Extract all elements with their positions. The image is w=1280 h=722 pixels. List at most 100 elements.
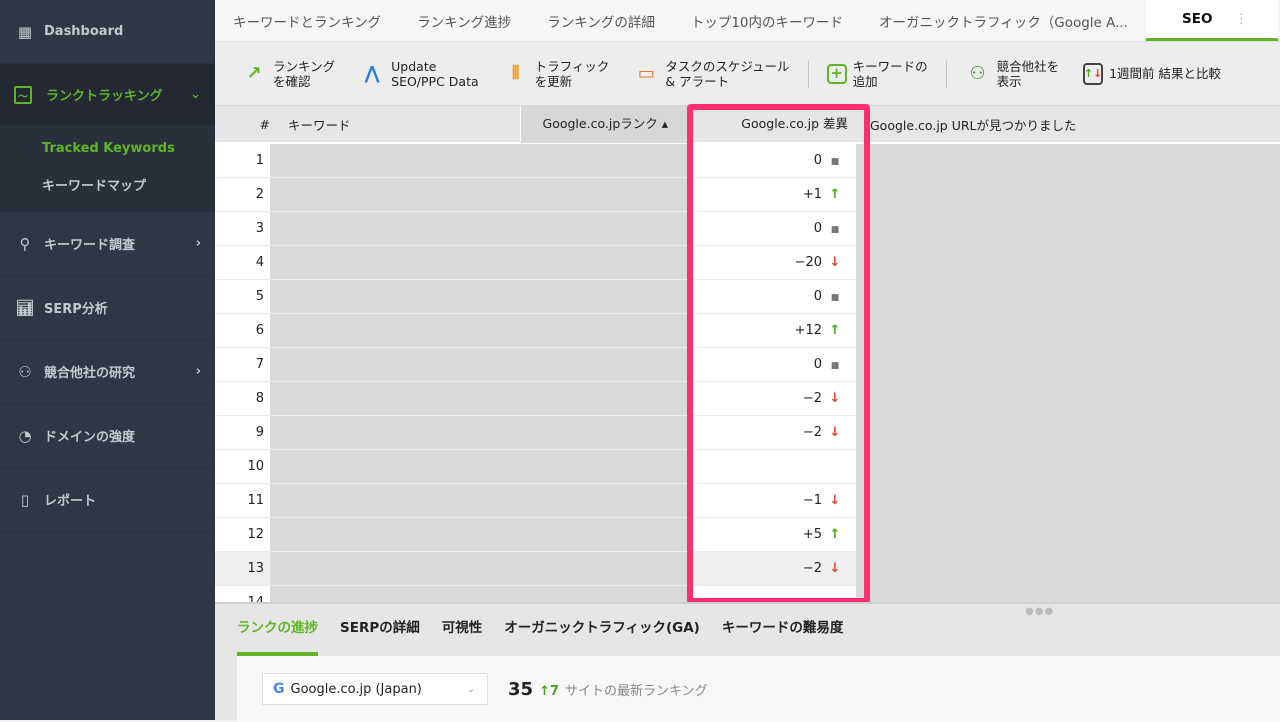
row-number: 8 xyxy=(215,382,270,415)
tab-seo[interactable]: SEO ⋮ xyxy=(1146,0,1278,41)
row-number: 9 xyxy=(215,416,270,449)
sidebar-item-keyword-research[interactable]: ⚲ キーワード調査 › xyxy=(0,212,215,276)
search-engine-select[interactable]: G Google.co.jp (Japan) ⌄ xyxy=(262,673,488,705)
difference-cell: 0 ■ xyxy=(688,280,856,313)
sidebar-submenu: Tracked Keywords キーワードマップ xyxy=(0,126,215,212)
difference-value: 0 xyxy=(813,289,822,304)
difference-value: +5 xyxy=(802,527,822,542)
workspace-tabs: キーワードとランキング ランキング進捗 ランキングの詳細 トップ10内のキーワー… xyxy=(215,0,1280,42)
table-row[interactable]: 13 −2 ↓ xyxy=(215,552,856,586)
table-row[interactable]: 3 0 ■ xyxy=(215,212,856,246)
tab-menu-icon[interactable]: ⋮ xyxy=(1234,11,1248,27)
check-rankings-button[interactable]: ↗ ランキング を確認 xyxy=(241,59,335,89)
ranking-label: サイトの最新ランキング xyxy=(565,683,708,699)
arrow-down-icon: ↓ xyxy=(829,561,841,576)
keywords-grid: # キーワード Google.co.jpランク ▴ Google.co.jp 差… xyxy=(215,106,1280,602)
tab-top10-keywords[interactable]: トップ10内のキーワード xyxy=(673,0,861,41)
toolbar-divider xyxy=(807,59,809,88)
update-traffic-button[interactable]: ⫴ トラフィック を更新 xyxy=(503,59,610,89)
sidebar-item-label: 競合他社の研究 xyxy=(44,366,136,381)
compare-arrows-icon: ↑ ↓ xyxy=(1083,62,1104,85)
row-number: 13 xyxy=(215,552,270,585)
table-row[interactable]: 6 +12 ↑ xyxy=(215,314,856,348)
difference-cell: +12 ↑ xyxy=(688,314,856,347)
plus-icon: + xyxy=(826,63,847,84)
col-header-difference[interactable]: Google.co.jp 差異 xyxy=(688,106,858,143)
compare-week-button[interactable]: ↑ ↓ 1週間前 結果と比較 xyxy=(1083,62,1222,85)
redacted-cells xyxy=(270,552,688,585)
chart-line-icon: 〜 xyxy=(14,85,32,104)
table-row[interactable]: 8 −2 ↓ xyxy=(215,382,856,416)
schedule-alerts-button[interactable]: ▭ タスクのスケジュール & アラート xyxy=(633,58,790,89)
difference-value: −20 xyxy=(794,255,822,270)
difference-cell: 0 ■ xyxy=(688,348,856,381)
add-keywords-button[interactable]: + キーワードの 追加 xyxy=(826,59,928,89)
arrow-down-icon: ↓ xyxy=(829,255,841,270)
tab-keywords-ranking[interactable]: キーワードとランキング xyxy=(215,0,399,41)
label-line: タスクのスケジュール xyxy=(665,58,790,74)
sidebar-item-domain-strength[interactable]: ◔ ドメインの強度 xyxy=(0,404,215,468)
bottom-tab-keyword-difficulty[interactable]: キーワードの難易度 xyxy=(722,604,844,656)
tab-ranking-details[interactable]: ランキングの詳細 xyxy=(529,0,673,41)
resize-handle[interactable]: ●●● xyxy=(1025,606,1054,617)
col-header-number[interactable]: # xyxy=(215,117,270,132)
competitor-icon: ⚇ xyxy=(969,63,986,84)
sidebar-item-rank-tracking[interactable]: 〜 ランクトラッキング ⌄ xyxy=(0,64,215,126)
col-header-rank[interactable]: Google.co.jpランク ▴ xyxy=(520,106,688,143)
difference-value: 0 xyxy=(813,153,822,168)
row-number: 5 xyxy=(215,280,270,313)
redacted-cells xyxy=(270,246,688,279)
table-row[interactable]: 4 −20 ↓ xyxy=(215,246,856,280)
label-line: ランキング xyxy=(273,58,336,74)
sidebar-item-dashboard[interactable]: ▦ Dashboard xyxy=(0,0,215,64)
sidebar-item-label: レポート xyxy=(44,494,97,509)
difference-cell: −2 ↓ xyxy=(688,416,856,449)
difference-cell: −2 ↓ xyxy=(688,382,856,415)
bottom-tab-serp-details[interactable]: SERPの詳細 xyxy=(340,604,420,656)
ranking-count: 35 xyxy=(508,678,534,700)
table-row[interactable]: 12 +5 ↑ xyxy=(215,518,856,552)
update-seo-ppc-button[interactable]: ⋀ Update SEO/PPC Data xyxy=(359,59,479,89)
report-icon: ▯ xyxy=(20,490,30,509)
difference-value: +12 xyxy=(794,323,822,338)
bottom-tab-rank-progress[interactable]: ランクの進捗 xyxy=(237,604,318,656)
redacted-cells xyxy=(270,212,688,245)
col-header-keyword[interactable]: キーワード xyxy=(270,115,520,134)
bottom-panel: ●●● ランクの進捗 SERPの詳細 可視性 オーガニックトラフィック(GA) … xyxy=(215,602,1280,722)
table-row[interactable]: 11 −1 ↓ xyxy=(215,484,856,518)
col-header-url-found[interactable]: Google.co.jp URLが見つかりました xyxy=(858,115,1077,134)
row-number: 2 xyxy=(215,178,270,211)
update-data-icon: ⋀ xyxy=(364,63,380,84)
traffic-icon: ⫴ xyxy=(511,63,520,84)
tab-ranking-progress[interactable]: ランキング進捗 xyxy=(399,0,529,41)
difference-value: −2 xyxy=(802,561,822,576)
table-row[interactable]: 10 xyxy=(215,450,856,484)
no-change-icon: ■ xyxy=(830,225,840,235)
table-row[interactable]: 2 +1 ↑ xyxy=(215,178,856,212)
table-row[interactable]: 9 −2 ↓ xyxy=(215,416,856,450)
sidebar-item-reports[interactable]: ▯ レポート xyxy=(0,468,215,532)
sidebar: ▦ Dashboard 〜 ランクトラッキング ⌄ Tracked Keywor… xyxy=(0,0,215,720)
tab-organic-traffic[interactable]: オーガニックトラフィック（Google A... xyxy=(861,0,1146,41)
label-line: を確認 xyxy=(273,73,311,89)
redacted-cells xyxy=(270,484,688,517)
redacted-cells xyxy=(270,518,688,551)
sidebar-subitem-tracked-keywords[interactable]: Tracked Keywords xyxy=(0,130,215,168)
sidebar-item-serp-analysis[interactable]: 📊︎ SERP分析 xyxy=(0,276,215,340)
table-row[interactable]: 1 0 ■ xyxy=(215,144,856,178)
bottom-tab-visibility[interactable]: 可視性 xyxy=(442,604,483,656)
sidebar-item-label: ドメインの強度 xyxy=(44,430,136,445)
bottom-tab-organic-traffic[interactable]: オーガニックトラフィック(GA) xyxy=(504,604,700,656)
table-row[interactable]: 5 0 ■ xyxy=(215,280,856,314)
sidebar-subitem-keyword-map[interactable]: キーワードマップ xyxy=(0,168,215,206)
table-row[interactable]: 14 xyxy=(215,586,856,602)
rank-progress-panel: G Google.co.jp (Japan) ⌄ 35 ↑7 サイトの最新ランキ… xyxy=(237,656,1280,722)
user-icon: ⚇ xyxy=(18,362,32,381)
sidebar-item-competitor-research[interactable]: ⚇ 競合他社の研究 › xyxy=(0,340,215,404)
table-row[interactable]: 7 0 ■ xyxy=(215,348,856,382)
difference-value: −2 xyxy=(802,425,822,440)
label-line: 競合他社を xyxy=(996,58,1060,74)
calendar-alert-icon: ▭ xyxy=(637,63,655,84)
label-line: 1週間前 結果と比較 xyxy=(1109,66,1222,81)
show-competitors-button[interactable]: ⚇ 競合他社を 表示 xyxy=(965,59,1060,89)
